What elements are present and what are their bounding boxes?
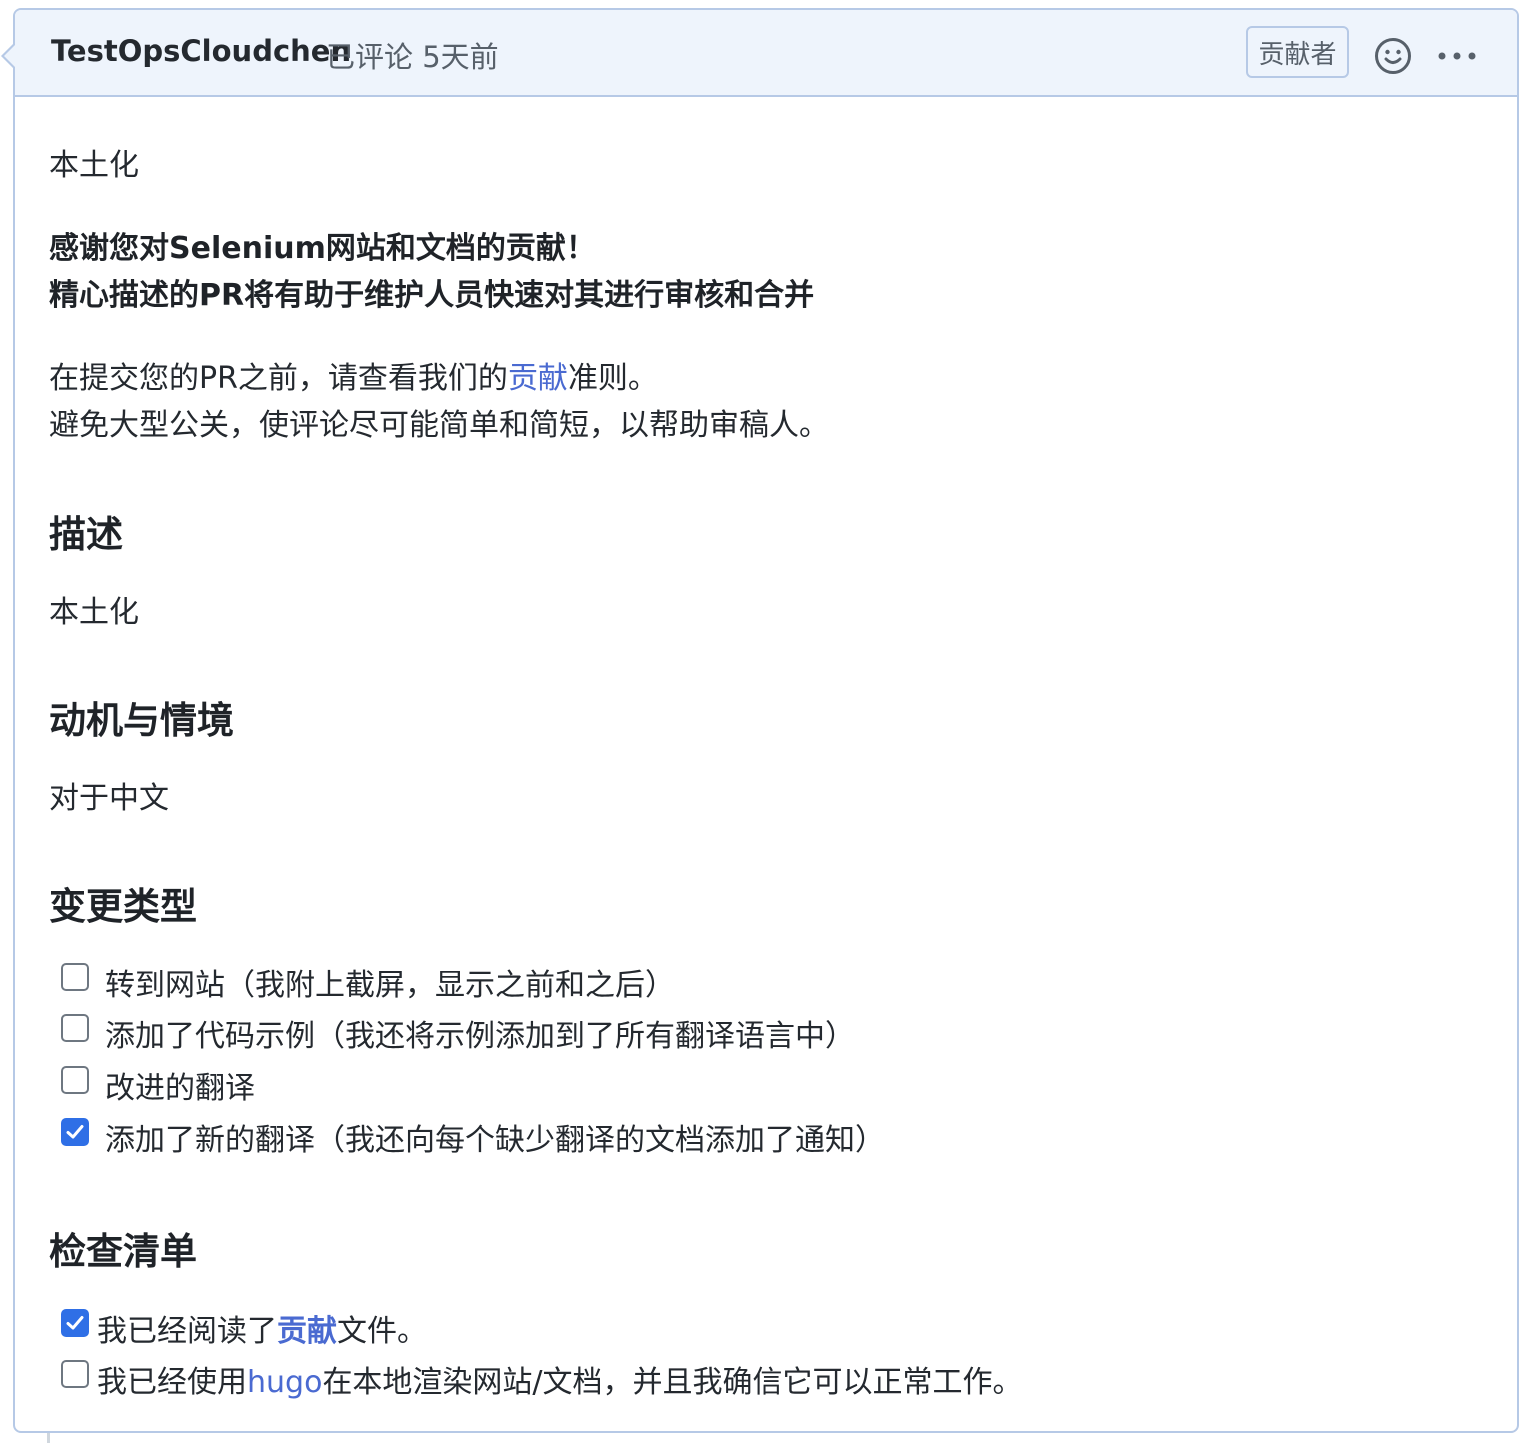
checklist-1-suffix: 文件。	[337, 1314, 427, 1349]
checklist-checkbox-2[interactable]	[61, 1360, 89, 1388]
checklist-1-prefix: 我已经阅读了	[97, 1314, 277, 1349]
check-icon	[66, 1316, 84, 1330]
guide-line-2: 避免大型公关，使评论尽可能简单和简短，以帮助审稿人。	[49, 408, 829, 443]
checklist-2-suffix: 在本地渲染网站/文档，并且我确信它可以正常工作。	[322, 1365, 1023, 1400]
checklist-checkbox-1[interactable]	[61, 1309, 89, 1337]
kebab-horizontal-icon	[1438, 52, 1476, 60]
change-type-label-4: 添加了新的翻译（我还向每个缺少翻译的文档添加了通知）	[105, 1123, 885, 1158]
heading-motivation: 动机与情境	[49, 699, 234, 742]
change-type-checkbox-2[interactable]	[61, 1014, 89, 1042]
description-text: 本土化	[49, 595, 139, 630]
change-type-checkbox-3[interactable]	[61, 1066, 89, 1094]
change-type-label-2: 添加了代码示例（我还将示例添加到了所有翻译语言中）	[105, 1019, 855, 1054]
change-type-checkbox-1[interactable]	[61, 963, 89, 991]
comment-card: TestOpsCloudchen 已评论 5天前 贡献者 本土化 感谢您对Sel…	[1, 8, 1519, 1433]
guide-suffix: 准则。	[567, 361, 658, 396]
contributing-doc-link[interactable]: 贡献	[277, 1314, 337, 1349]
hugo-link[interactable]: hugo	[247, 1365, 322, 1400]
add-reaction-button[interactable]	[1373, 36, 1413, 76]
smiley-icon	[1375, 38, 1411, 74]
checklist-label-2: 我已经使用hugo在本地渲染网站/文档，并且我确信它可以正常工作。	[97, 1357, 1023, 1401]
checklist-2-prefix: 我已经使用	[97, 1365, 247, 1400]
change-type-label-3: 改进的翻译	[105, 1071, 255, 1106]
thanks-line-2: 精心描述的PR将有助于维护人员快速对其进行审核和合并	[49, 278, 815, 313]
thanks-line-1: 感谢您对Selenium网站和文档的贡献！	[49, 231, 596, 266]
comment-header: TestOpsCloudchen 已评论 5天前 贡献者	[15, 10, 1517, 97]
motivation-text: 对于中文	[49, 781, 169, 816]
heading-checklist: 检查清单	[49, 1230, 197, 1273]
author-link[interactable]: TestOpsCloudchen	[51, 34, 351, 68]
contributing-link[interactable]: 贡献	[508, 361, 568, 396]
checklist-label-1: 我已经阅读了贡献文件。	[97, 1306, 427, 1350]
guide-line-1: 在提交您的PR之前，请查看我们的贡献准则。	[49, 353, 658, 397]
contributor-badge: 贡献者	[1246, 26, 1349, 78]
heading-change-type: 变更类型	[49, 885, 197, 928]
comment-timestamp[interactable]: 已评论 5天前	[326, 34, 499, 76]
check-icon	[66, 1125, 84, 1139]
guide-prefix: 在提交您的PR之前，请查看我们的	[49, 361, 508, 396]
comment-options-button[interactable]	[1435, 44, 1483, 68]
change-type-label-1: 转到网站（我附上截屏，显示之前和之后）	[105, 968, 675, 1003]
change-type-checkbox-4[interactable]	[61, 1118, 89, 1146]
pr-title-text: 本土化	[49, 148, 139, 183]
heading-description: 描述	[49, 513, 123, 556]
